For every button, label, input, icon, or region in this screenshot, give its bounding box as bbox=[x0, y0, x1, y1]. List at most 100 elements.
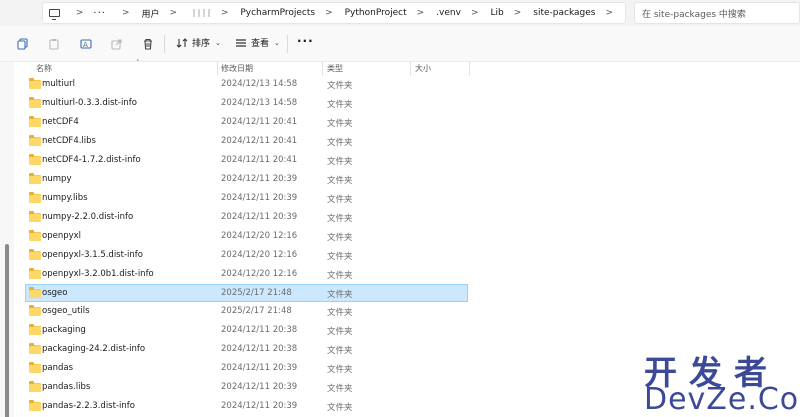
breadcrumb-item-pythonproject[interactable]: PythonProject bbox=[345, 8, 407, 18]
file-row[interactable]: netCDF4 2024/12/11 20:41 文件夹 bbox=[25, 114, 468, 131]
breadcrumb-separator[interactable]: > bbox=[76, 8, 84, 18]
file-name: pandas.libs bbox=[42, 382, 91, 392]
file-date: 2024/12/11 20:41 bbox=[221, 136, 298, 146]
file-row[interactable]: numpy 2024/12/11 20:39 文件夹 bbox=[25, 171, 468, 188]
breadcrumb-overflow-button[interactable]: ··· bbox=[93, 8, 106, 19]
breadcrumb-separator[interactable]: > bbox=[471, 8, 479, 18]
file-type: 文件夹 bbox=[327, 233, 353, 243]
file-row[interactable]: pandas 2024/12/11 20:39 文件夹 bbox=[25, 360, 468, 377]
file-row[interactable]: openpyxl-3.2.0b1.dist-info 2024/12/20 12:… bbox=[25, 266, 468, 283]
file-row[interactable]: pandas.libs 2024/12/11 20:39 文件夹 bbox=[25, 379, 468, 396]
file-type: 文件夹 bbox=[327, 100, 353, 110]
svg-text:A: A bbox=[83, 41, 88, 49]
file-name: openpyxl-3.1.5.dist-info bbox=[42, 250, 143, 260]
file-type: 文件夹 bbox=[327, 138, 353, 148]
file-row[interactable]: openpyxl 2024/12/20 12:16 文件夹 bbox=[25, 228, 468, 245]
breadcrumb-item-redacted[interactable] bbox=[193, 9, 213, 17]
view-icon bbox=[236, 38, 246, 47]
chevron-down-icon: ⌄ bbox=[274, 38, 280, 47]
file-name: openpyxl bbox=[42, 231, 82, 241]
file-row[interactable]: numpy-2.2.0.dist-info 2024/12/11 20:39 文件夹 bbox=[25, 209, 468, 226]
breadcrumb-separator[interactable]: > bbox=[417, 8, 425, 18]
delete-icon[interactable] bbox=[142, 38, 154, 50]
view-label: 查看 bbox=[251, 39, 270, 49]
breadcrumb-separator[interactable]: > bbox=[605, 8, 613, 18]
view-button[interactable]: 查看 ⌄ bbox=[235, 36, 280, 49]
sort-button[interactable]: 排序 ⌄ bbox=[176, 36, 221, 49]
breadcrumb-separator[interactable]: > bbox=[170, 8, 178, 18]
folder-icon bbox=[29, 116, 41, 127]
file-date: 2024/12/20 12:16 bbox=[221, 250, 298, 260]
file-row[interactable]: numpy.libs 2024/12/11 20:39 文件夹 bbox=[25, 190, 468, 207]
file-date: 2024/12/11 20:38 bbox=[221, 344, 298, 354]
folder-icon bbox=[29, 324, 41, 335]
file-date: 2024/12/13 14:58 bbox=[221, 79, 298, 89]
file-row-selected[interactable]: osgeo 2025/2/17 21:48 文件夹 bbox=[25, 284, 468, 302]
address-bar[interactable]: > ··· > 用户 > > PycharmProjects > PythonP… bbox=[42, 2, 626, 24]
column-divider[interactable] bbox=[469, 62, 470, 76]
file-name: numpy bbox=[42, 174, 72, 184]
command-divider bbox=[164, 35, 165, 53]
file-name: multiurl bbox=[42, 79, 75, 89]
folder-icon bbox=[29, 268, 41, 279]
breadcrumb-separator[interactable]: > bbox=[122, 8, 130, 18]
rename-icon[interactable]: A bbox=[80, 38, 92, 50]
file-name: packaging bbox=[42, 325, 86, 335]
folder-icon bbox=[29, 362, 41, 373]
folder-icon bbox=[29, 78, 41, 89]
file-date: 2024/12/11 20:41 bbox=[221, 117, 298, 127]
paste-icon[interactable] bbox=[48, 38, 60, 50]
folder-icon bbox=[29, 343, 41, 354]
file-type: 文件夹 bbox=[327, 290, 353, 300]
more-options-button[interactable]: ··· bbox=[297, 34, 314, 48]
file-type: 文件夹 bbox=[327, 384, 353, 394]
file-row[interactable]: openpyxl-3.1.5.dist-info 2024/12/20 12:16… bbox=[25, 247, 468, 264]
folder-icon bbox=[29, 249, 41, 260]
file-row[interactable]: packaging-24.2.dist-info 2024/12/11 20:38… bbox=[25, 341, 468, 358]
column-divider[interactable] bbox=[322, 62, 323, 76]
this-pc-icon[interactable] bbox=[49, 9, 60, 20]
folder-icon bbox=[29, 230, 41, 241]
column-header-date[interactable]: 修改日期 bbox=[221, 63, 253, 74]
command-divider bbox=[287, 35, 288, 53]
file-row[interactable]: osgeo_utils 2025/2/17 21:48 文件夹 bbox=[25, 303, 468, 320]
file-type: 文件夹 bbox=[327, 271, 353, 281]
file-name: pandas bbox=[42, 363, 74, 373]
file-type: 文件夹 bbox=[327, 195, 353, 205]
breadcrumb-item-venv[interactable]: .venv bbox=[436, 8, 461, 18]
breadcrumb-item-pycharmprojects[interactable]: PycharmProjects bbox=[240, 8, 315, 18]
breadcrumb-separator[interactable]: > bbox=[514, 8, 522, 18]
file-date: 2025/2/17 21:48 bbox=[221, 288, 292, 298]
breadcrumb-item-lib[interactable]: Lib bbox=[490, 8, 503, 18]
copy-icon[interactable] bbox=[17, 38, 29, 50]
share-icon[interactable] bbox=[111, 38, 123, 50]
file-date: 2024/12/20 12:16 bbox=[221, 269, 298, 279]
sort-label: 排序 bbox=[192, 39, 211, 49]
file-row[interactable]: multiurl-0.3.3.dist-info 2024/12/13 14:58… bbox=[25, 95, 468, 112]
file-row[interactable]: netCDF4-1.7.2.dist-info 2024/12/11 20:41 文… bbox=[25, 152, 468, 169]
search-input[interactable]: 在 site-packages 中搜索 bbox=[634, 2, 800, 24]
file-row[interactable]: pandas-2.2.3.dist-info 2024/12/11 20:39 文件… bbox=[25, 398, 468, 415]
file-date: 2024/12/11 20:39 bbox=[221, 193, 298, 203]
file-date: 2024/12/11 20:39 bbox=[221, 174, 298, 184]
column-header-type[interactable]: 类型 bbox=[327, 63, 343, 74]
column-header-size[interactable]: 大小 bbox=[415, 63, 431, 74]
address-row: > ··· > 用户 > > PycharmProjects > PythonP… bbox=[0, 0, 800, 26]
file-row[interactable]: netCDF4.libs 2024/12/11 20:41 文件夹 bbox=[25, 133, 468, 150]
file-type: 文件夹 bbox=[327, 81, 353, 91]
column-divider[interactable] bbox=[217, 62, 218, 76]
breadcrumb-separator[interactable]: > bbox=[325, 8, 333, 18]
breadcrumb-item-users[interactable]: 用户 bbox=[142, 7, 160, 20]
breadcrumb-separator[interactable]: > bbox=[221, 8, 229, 18]
file-row[interactable]: multiurl 2024/12/13 14:58 文件夹 bbox=[25, 76, 468, 93]
file-date: 2025/2/17 21:48 bbox=[221, 306, 292, 316]
breadcrumb-item-site-packages[interactable]: site-packages bbox=[533, 8, 595, 18]
column-divider[interactable] bbox=[410, 62, 411, 76]
file-type: 文件夹 bbox=[327, 365, 353, 375]
file-date: 2024/12/20 12:16 bbox=[221, 231, 298, 241]
file-name: pandas-2.2.3.dist-info bbox=[42, 401, 135, 411]
file-row[interactable]: packaging 2024/12/11 20:38 文件夹 bbox=[25, 322, 468, 339]
navigation-scrollbar[interactable] bbox=[5, 244, 9, 417]
column-header-name[interactable]: 名称 bbox=[36, 63, 52, 74]
file-name: osgeo_utils bbox=[42, 306, 90, 316]
